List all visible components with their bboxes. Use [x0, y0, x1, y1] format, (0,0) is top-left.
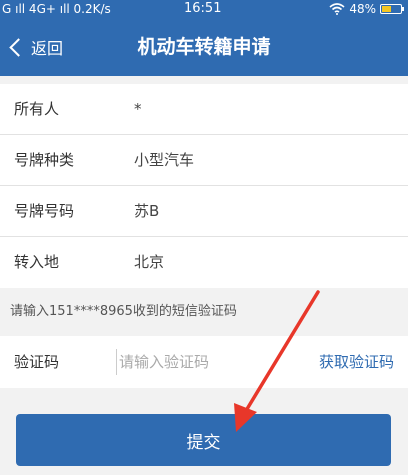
get-code-button[interactable]: 获取验证码 — [319, 336, 394, 388]
back-label: 返回 — [31, 39, 64, 58]
info-row-plate-number: 号牌号码 苏B — [0, 186, 408, 237]
back-button[interactable]: 返回 — [8, 18, 63, 76]
destination-label: 转入地 — [14, 253, 60, 271]
status-time: 16:51 — [184, 1, 222, 16]
info-row-destination: 转入地 北京 — [0, 237, 408, 288]
verify-code-input[interactable] — [116, 349, 279, 375]
sms-hint: 请输入151****8965收到的短信验证码 — [10, 304, 237, 319]
info-row-owner: 所有人 * — [0, 84, 408, 135]
verify-code-label: 验证码 — [14, 353, 60, 371]
network-status: G ıll 4G+ ıll 0.2K/s — [2, 2, 111, 16]
status-right: 48% — [329, 0, 404, 18]
verify-code-row: 验证码 获取验证码 — [0, 336, 408, 388]
owner-value: * — [134, 100, 142, 118]
destination-value: 北京 — [134, 253, 165, 271]
battery-fill — [382, 6, 391, 12]
plate-number-label: 号牌号码 — [14, 202, 75, 220]
wifi-icon — [329, 3, 345, 15]
plate-number-value: 苏B — [134, 202, 160, 220]
battery-percent: 48% — [349, 2, 376, 16]
info-row-plate-type: 号牌种类 小型汽车 — [0, 135, 408, 186]
battery-icon — [380, 4, 404, 14]
status-bar: G ıll 4G+ ıll 0.2K/s 16:51 48% — [0, 0, 408, 18]
vehicle-info-card: 所有人 * 号牌种类 小型汽车 号牌号码 苏B 转入地 北京 — [0, 84, 408, 288]
chevron-left-icon — [9, 37, 28, 57]
plate-type-value: 小型汽车 — [134, 151, 195, 169]
submit-button[interactable]: 提交 — [16, 414, 391, 466]
nav-bar: 机动车转籍申请 返回 — [0, 18, 408, 76]
owner-label: 所有人 — [14, 100, 60, 118]
plate-type-label: 号牌种类 — [14, 151, 75, 169]
